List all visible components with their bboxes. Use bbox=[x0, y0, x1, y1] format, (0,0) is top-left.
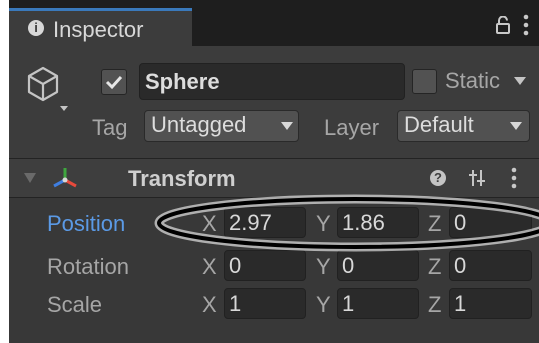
scale-y-label[interactable]: Y bbox=[316, 292, 331, 318]
scale-label[interactable]: Scale bbox=[47, 292, 102, 318]
tag-label: Tag bbox=[92, 115, 128, 140]
checkmark-icon bbox=[105, 75, 123, 90]
layer-label: Layer bbox=[324, 115, 380, 140]
transform-title: Transform bbox=[128, 166, 236, 191]
layer-dropdown[interactable]: Default bbox=[397, 110, 530, 142]
position-x-field[interactable]: 2.97 bbox=[224, 207, 306, 238]
transform-component-header[interactable]: Transform ? bbox=[9, 158, 539, 198]
position-y-label[interactable]: Y bbox=[316, 211, 331, 237]
rotation-label[interactable]: Rotation bbox=[47, 254, 129, 280]
presets-icon[interactable] bbox=[468, 168, 486, 188]
tag-value: Untagged bbox=[151, 112, 247, 137]
transform-gizmo-icon bbox=[53, 168, 77, 188]
position-z-field[interactable]: 0 bbox=[449, 207, 532, 238]
kebab-menu-icon[interactable] bbox=[523, 14, 529, 36]
gameobject-name-field[interactable]: Sphere bbox=[139, 63, 405, 100]
position-x-label[interactable]: X bbox=[202, 211, 217, 237]
tab-bar: i Inspector bbox=[9, 0, 539, 46]
help-icon[interactable]: ? bbox=[430, 170, 446, 186]
rotation-z-label[interactable]: Z bbox=[428, 254, 441, 280]
info-icon: i bbox=[28, 20, 44, 36]
scale-x-field[interactable]: 1 bbox=[224, 288, 306, 319]
scale-z-field[interactable]: 1 bbox=[449, 288, 532, 319]
static-dropdown-arrow-icon[interactable] bbox=[514, 77, 526, 85]
position-z-label[interactable]: Z bbox=[428, 211, 441, 237]
chevron-down-icon bbox=[281, 122, 293, 130]
rotation-y-label[interactable]: Y bbox=[316, 254, 331, 280]
rotation-y-field[interactable]: 0 bbox=[337, 250, 419, 281]
tab-inspector-label: Inspector bbox=[53, 17, 144, 42]
tab-inspector[interactable]: i Inspector bbox=[9, 8, 192, 46]
rotation-x-field[interactable]: 0 bbox=[224, 250, 306, 281]
tag-dropdown[interactable]: Untagged bbox=[144, 110, 299, 142]
scale-y-field[interactable]: 1 bbox=[337, 288, 419, 319]
layer-value: Default bbox=[404, 112, 474, 137]
component-menu-icon[interactable] bbox=[511, 167, 517, 189]
foldout-arrow-icon[interactable] bbox=[24, 172, 36, 184]
gameobject-header: Sphere Static Tag Untagged Layer Default bbox=[9, 46, 539, 158]
position-label[interactable]: Position bbox=[47, 211, 125, 237]
scale-z-label[interactable]: Z bbox=[428, 292, 441, 318]
position-y-field[interactable]: 1.86 bbox=[337, 207, 419, 238]
rotation-z-field[interactable]: 0 bbox=[449, 250, 532, 281]
static-label: Static bbox=[445, 68, 501, 93]
chevron-down-icon bbox=[510, 122, 522, 130]
inspector-panel: i Inspector Sphere Static Tag Untagged L… bbox=[9, 0, 539, 343]
scale-x-label[interactable]: X bbox=[202, 292, 217, 318]
static-checkbox[interactable] bbox=[412, 69, 437, 94]
active-checkbox[interactable] bbox=[101, 69, 127, 95]
rotation-x-label[interactable]: X bbox=[202, 254, 217, 280]
lock-icon[interactable] bbox=[496, 16, 510, 34]
cube-icon[interactable] bbox=[23, 64, 71, 112]
